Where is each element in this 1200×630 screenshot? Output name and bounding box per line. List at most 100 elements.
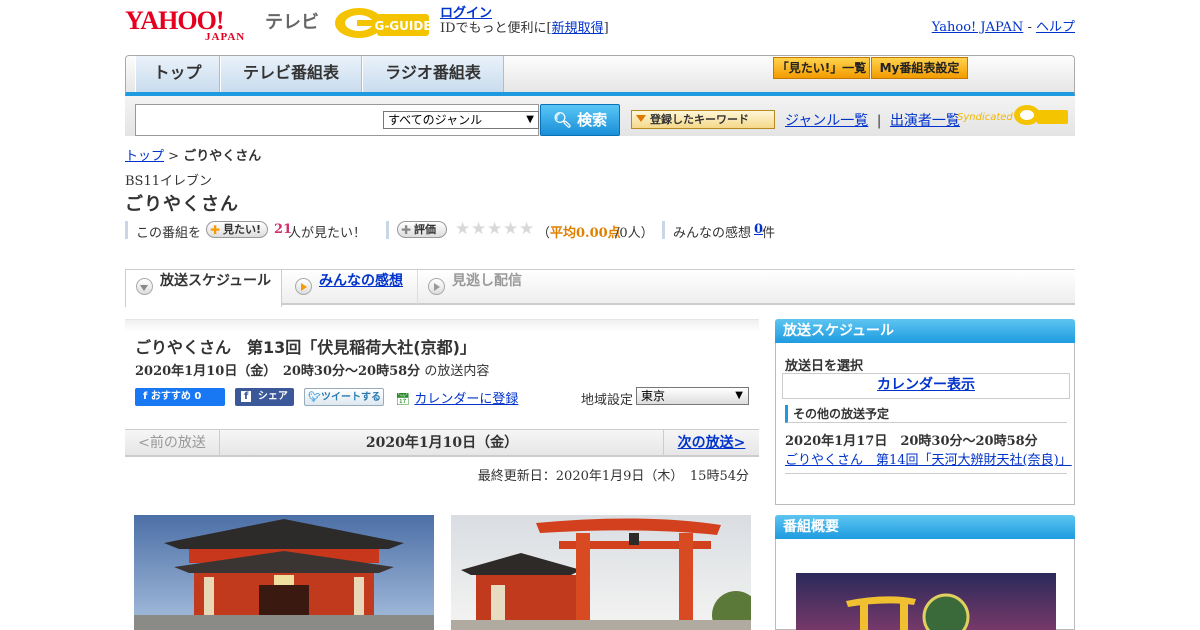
rate-button[interactable]: ✚ 評価: [397, 221, 447, 238]
yahoo-japan-link[interactable]: Yahoo! JAPAN: [932, 20, 1024, 35]
tab-label: 見逃し配信: [452, 273, 522, 289]
torii-gate-image: [451, 515, 751, 630]
want-suffix: 人が見たい！: [288, 226, 367, 241]
twitter-icon: 🐦︎: [308, 392, 321, 403]
register-link[interactable]: 新規取得: [552, 21, 604, 36]
star-icon: ★: [455, 219, 471, 239]
search-button[interactable]: 🔍︎ 検索: [540, 104, 620, 136]
sidebar-overview-box: [775, 539, 1075, 630]
top-right-links: Yahoo! JAPAN - ヘルプ: [932, 16, 1075, 35]
program-photo-1[interactable]: [134, 515, 434, 630]
nav-tab-tv-schedule[interactable]: テレビ番組表: [220, 56, 362, 92]
region-select[interactable]: 東京 ▼: [636, 387, 749, 405]
tab-label: 放送スケジュール: [160, 273, 272, 289]
rating-average: 平均0.00点: [550, 226, 621, 241]
episode-panel: ごりやくさん 第13回「伏見稲荷大社(京都)」 2020年1月10日（金） 20…: [125, 319, 759, 427]
star-icon: ★: [503, 219, 519, 239]
plus-icon: ✚: [401, 223, 412, 237]
stat-separator: [662, 221, 665, 239]
stat-separator: [125, 221, 128, 239]
play-arrow-icon: [295, 278, 312, 295]
other-broadcasts-heading: その他の放送予定: [785, 405, 1067, 423]
episode-title: ごりやくさん 第13回「伏見稲荷大社(京都)」: [135, 338, 476, 357]
rate-button-label: 評価: [414, 223, 436, 236]
breadcrumb-current: ごりやくさん: [183, 149, 262, 164]
impressions-unit: 件: [762, 226, 776, 241]
japan-logo-text: JAPAN: [205, 31, 246, 43]
link-separator: -: [1023, 20, 1036, 35]
chevron-down-icon: ▼: [526, 114, 534, 125]
genre-list-link[interactable]: ジャンル一覧: [785, 113, 868, 129]
search-links: ジャンル一覧 | 出演者一覧: [785, 110, 960, 130]
other-broadcast-link[interactable]: ごりやくさん 第14回「天河大辨財天社(奈良)」: [785, 449, 1072, 468]
breadcrumb-top-link[interactable]: トップ: [125, 149, 164, 164]
prev-broadcast-link: <前の放送: [125, 430, 220, 456]
program-photo-2[interactable]: [451, 515, 751, 630]
syndicated-label: Syndicated: [957, 112, 1013, 123]
select-date-label: 放送日を選択: [785, 359, 864, 374]
next-broadcast-link[interactable]: 次の放送>: [663, 430, 759, 456]
calendar-display-button[interactable]: カレンダー表示: [782, 373, 1070, 399]
want-to-see-button[interactable]: ✚ 見たい!: [206, 221, 269, 238]
pager-current-date: 2020年1月10日（金）: [365, 435, 519, 451]
registered-keyword-label: 登録したキーワード: [650, 113, 749, 126]
shrine-gate-image: [134, 515, 434, 630]
yahoo-japan-logo[interactable]: YAHOO! JAPAN: [125, 6, 260, 43]
search-icon: 🔍︎: [552, 111, 572, 129]
gguide-logo[interactable]: G-GUIDE: [333, 6, 431, 40]
facebook-like-label: おすすめ 0: [150, 391, 202, 402]
other-broadcast-date: 2020年1月17日 20時30分～20時58分: [785, 434, 1038, 449]
episode-date: 2020年1月10日（金） 20時30分～20時58分: [135, 364, 421, 379]
main-navbar: トップ テレビ番組表 ラジオ番組表 「見たい!」一覧 My番組表設定: [125, 55, 1075, 96]
facebook-share-label: シェア: [257, 391, 288, 402]
impressions-label: みんなの感想: [673, 226, 752, 241]
stat-separator: [386, 221, 389, 239]
want-list-button[interactable]: 「見たい!」一覧: [773, 57, 870, 79]
region-label: 地域設定: [581, 393, 634, 408]
gguide-logo-text: G-GUIDE: [374, 19, 431, 33]
nav-tab-radio-schedule[interactable]: ラジオ番組表: [362, 56, 504, 92]
tweet-label: ツイートする: [321, 392, 381, 403]
help-link[interactable]: ヘルプ: [1036, 20, 1075, 35]
region-select-value: 東京: [641, 389, 666, 403]
star-icon: ★: [487, 219, 503, 239]
sidebar-overview-header: 番組概要: [775, 515, 1075, 539]
login-prefix: IDでもっと便利に[: [440, 21, 552, 36]
calendar-register[interactable]: 📅︎ カレンダーに登録: [395, 388, 518, 407]
tv-label: テレビ: [265, 12, 319, 33]
star-icon: ★: [519, 219, 535, 239]
facebook-like-button[interactable]: f おすすめ 0: [135, 388, 225, 406]
genre-select[interactable]: すべてのジャンル ▼: [383, 111, 539, 129]
facebook-share-button[interactable]: f シェア: [235, 388, 294, 406]
breadcrumb: トップ > ごりやくさん: [125, 145, 261, 164]
divider: [785, 473, 1067, 474]
chevron-down-icon: ▼: [735, 390, 743, 401]
registered-keyword-button[interactable]: 登録したキーワード: [631, 110, 775, 129]
my-schedule-button[interactable]: My番組表設定: [871, 57, 968, 79]
calendar-register-link[interactable]: カレンダーに登録: [414, 392, 518, 407]
search-button-label: 検索: [577, 111, 608, 129]
content-tabs: 放送スケジュール みんなの感想 見逃し配信: [125, 269, 1075, 307]
login-link[interactable]: ログイン: [440, 6, 492, 21]
episode-date-suffix: の放送内容: [424, 364, 490, 379]
play-arrow-icon: [428, 278, 445, 295]
login-area: ログイン IDでもっと便利に[新規取得]: [440, 6, 609, 36]
links-divider: |: [876, 113, 882, 129]
performer-list-link[interactable]: 出演者一覧: [890, 113, 960, 129]
tweet-button[interactable]: 🐦︎ ツイートする: [304, 388, 384, 406]
tab-impressions[interactable]: みんなの感想: [285, 270, 415, 304]
calendar-add-icon: 📅︎: [395, 392, 411, 406]
plus-icon: ✚: [210, 223, 221, 237]
star-icon: ★: [471, 219, 487, 239]
tab-catchup-streaming: 見逃し配信: [417, 270, 547, 304]
tab-label: みんなの感想: [319, 273, 403, 289]
last-updated: 最終更新日：2020年1月9日（木） 15時54分: [477, 469, 749, 484]
rating-close: /0人）: [615, 226, 654, 241]
chevron-down-icon: [136, 278, 153, 295]
want-button-label: 見たい!: [223, 223, 262, 236]
nav-tab-top[interactable]: トップ: [135, 56, 220, 92]
breadcrumb-separator: >: [164, 149, 184, 164]
tab-broadcast-schedule[interactable]: 放送スケジュール: [125, 270, 282, 307]
program-stats: この番組を ✚ 見たい! 21 人が見たい！ ✚ 評価 ★ ★ ★ ★ ★ （ …: [125, 220, 825, 242]
facebook-icon: f: [143, 391, 148, 402]
